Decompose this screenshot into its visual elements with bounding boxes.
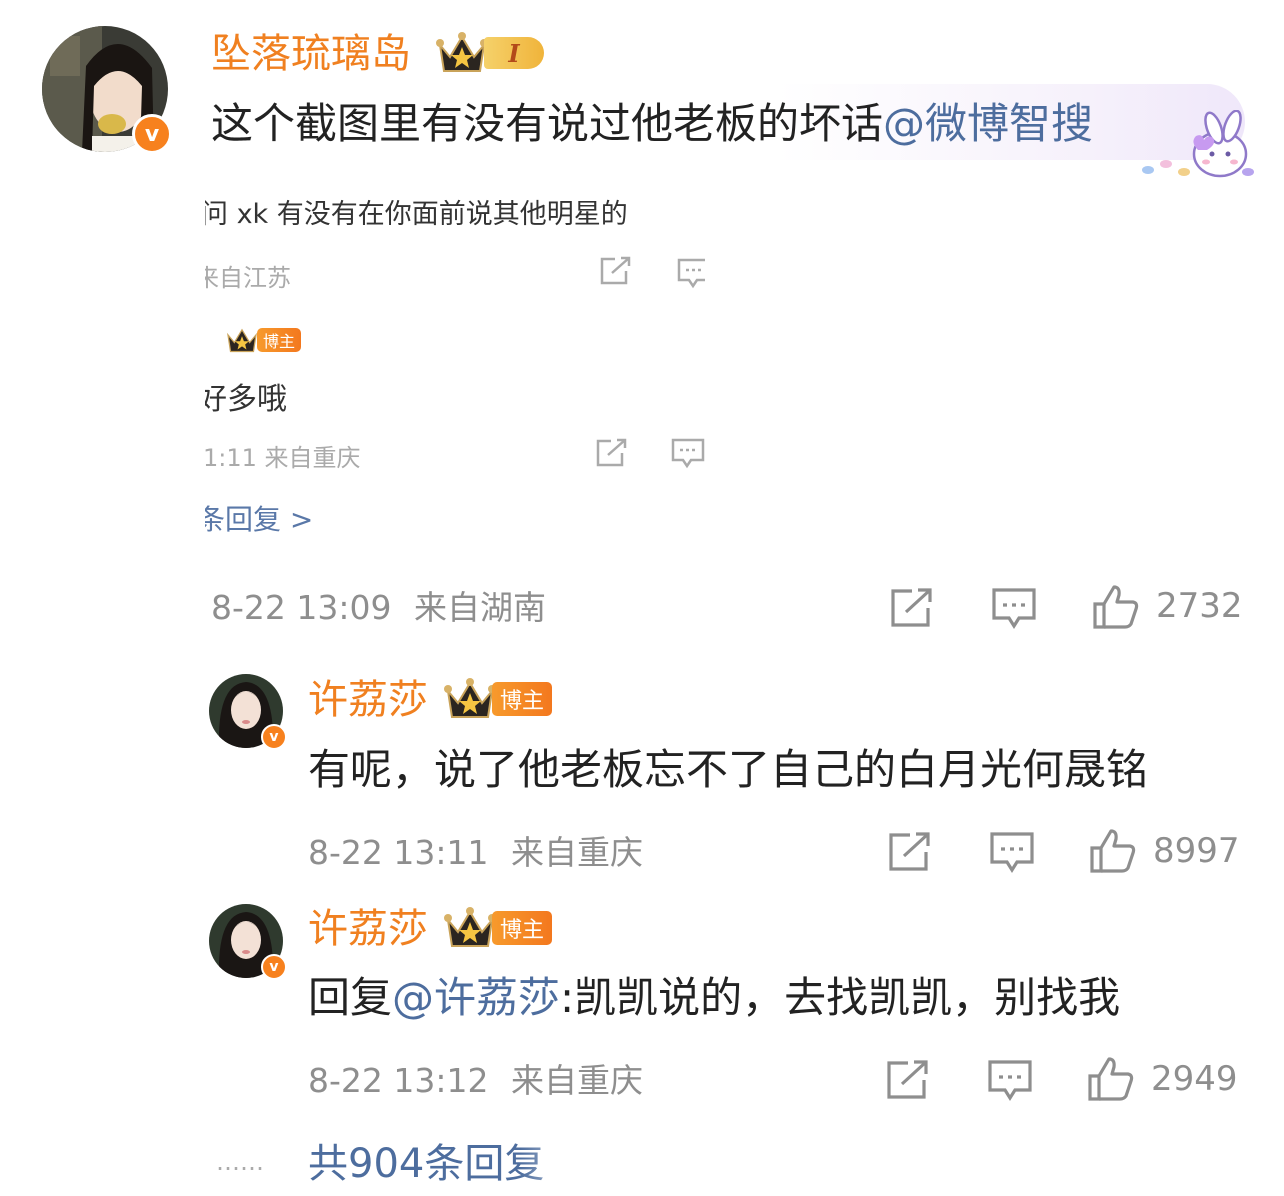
reply-text: 有呢，说了他老板忘不了自己的白月光何晟铭 [308,745,1149,794]
comment-icon[interactable] [990,832,1034,874]
comment-icon[interactable] [992,588,1036,630]
mention-link[interactable]: @微博智搜 [883,99,1093,148]
comment-icon [671,438,705,469]
bunny-sticker-icon [1142,110,1254,178]
thumbs-up-icon[interactable] [1089,828,1137,874]
main-comment-body: 这个截图里有没有说过他老板的坏话 [211,99,884,148]
thumbs-up-icon[interactable] [1092,584,1140,630]
embedded-meta-1: 来自江苏 [205,264,291,292]
share-icon[interactable] [888,832,932,872]
share-icon [596,438,627,467]
mention-link[interactable]: @许荔莎 [392,973,560,1022]
thumbs-up-icon[interactable] [1087,1056,1135,1102]
reply-meta: 8-22 13:11 来自重庆 [308,831,643,875]
embedded-meta-2: 1:11 来自重庆 [205,444,361,472]
user-level-badge: I [436,31,544,75]
embedded-more-replies: 条回复 > [205,503,314,536]
embedded-screenshot: 问 xk 有没有在你面前说其他明星的 来自江苏 博主 好多哦 1:11 来自重庆… [205,160,705,540]
like-count: 8997 [1153,831,1240,871]
reply-text-line: 回复@许荔莎:凯凯说的，去找凯凯，别找我 [308,970,1120,1026]
footer-dots: …… [216,1148,264,1176]
share-icon[interactable] [886,1060,930,1100]
reply-username[interactable]: 许荔莎 [308,674,428,726]
reply-prefix: 回复 [308,973,393,1022]
reply-avatar[interactable]: v [209,674,287,750]
bozhu-badge: 博主 [492,911,552,945]
crown-icon [444,678,496,718]
verified-v-icon: v [261,954,287,980]
comment-icon[interactable] [988,1060,1032,1102]
level-tag: I [484,37,544,69]
reply-user-badge: 博主 [444,677,552,721]
verified-v-icon: v [132,114,172,154]
reply-user-badge: 博主 [444,906,552,950]
share-icon[interactable] [890,588,934,628]
reply-meta: 8-22 13:12 来自重庆 [308,1059,643,1103]
crown-icon [227,328,257,353]
reply-location: 来自重庆 [511,833,643,872]
bozhu-badge: 博主 [492,682,552,716]
comment-icon [677,258,705,289]
main-comment-username[interactable]: 坠落琉璃岛 [211,28,411,80]
embedded-bozhu-badge: 博主 [257,328,302,352]
main-comment-text-line: 这个截图里有没有说过他老板的坏话@微博智搜 [211,96,1093,152]
reply-time: 8-22 13:12 [308,1061,489,1100]
embedded-line-1: 问 xk 有没有在你面前说其他明星的 [205,199,628,230]
like-count: 2732 [1156,586,1243,626]
reply-avatar[interactable]: v [209,904,287,980]
reply-username[interactable]: 许荔莎 [308,903,428,955]
comment-location: 来自湖南 [414,588,546,627]
like-count: 2949 [1151,1059,1238,1099]
reply-location: 来自重庆 [511,1061,643,1100]
crown-icon [444,907,496,947]
total-replies-link[interactable]: 共904条回复 [308,1138,544,1190]
main-comment-avatar[interactable]: v [42,26,172,154]
embedded-crown-badge: 博主 [225,326,302,354]
crown-icon [436,32,488,72]
reply-time: 8-22 13:11 [308,833,489,872]
verified-v-icon: v [261,724,287,750]
share-icon [600,256,631,285]
main-comment-meta: 8-22 13:09 来自湖南 [211,586,546,630]
reply-text: :凯凯说的，去找凯凯，别找我 [560,973,1121,1022]
comment-time: 8-22 13:09 [211,588,392,627]
embedded-line-2: 好多哦 [205,382,287,417]
watermark-overlay [520,1140,760,1190]
